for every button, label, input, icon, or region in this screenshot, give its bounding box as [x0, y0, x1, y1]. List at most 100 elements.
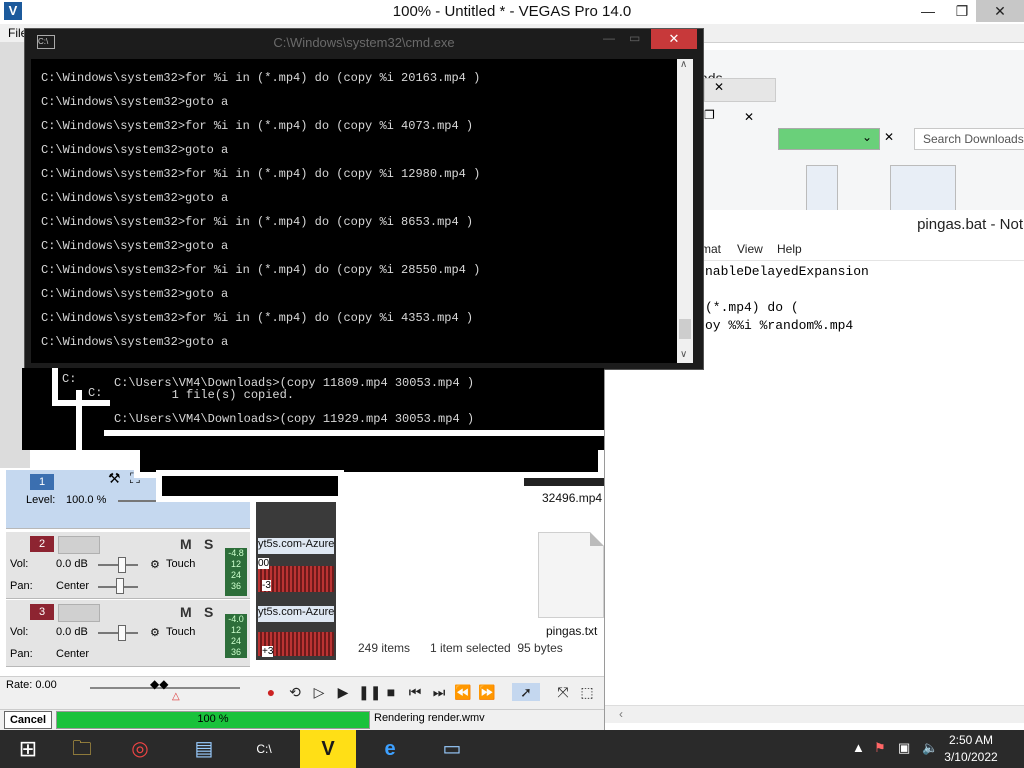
track-name-field[interactable]	[58, 604, 100, 622]
windows-start-icon[interactable]: ⊞	[0, 730, 56, 768]
play-icon[interactable]: ▶	[334, 683, 352, 701]
pause-icon[interactable]: ❚❚	[358, 683, 381, 701]
vol-label: Vol:	[10, 626, 29, 638]
stop-icon[interactable]: ■	[382, 683, 400, 701]
track-header-2[interactable]: 2 M S Vol: 0.0 dB ⚙ Touch Pan: Center	[6, 532, 250, 599]
automation-mode[interactable]: Touch	[166, 626, 195, 638]
vegas-title-bar: V 100% - Untitled * - VEGAS Pro 14.0 — ❐…	[0, 0, 1024, 24]
notepad-line[interactable]: (*.mp4) do (	[705, 300, 799, 315]
mute-button[interactable]: M	[180, 536, 192, 552]
next-frame-icon[interactable]: ⏩	[478, 683, 496, 701]
track-name-field[interactable]	[58, 536, 100, 554]
menu-help[interactable]: Help	[777, 242, 802, 256]
track-number: 2	[30, 536, 54, 552]
envelope-tool-icon[interactable]: ⤧	[554, 683, 572, 701]
cancel-button[interactable]: Cancel	[4, 711, 52, 729]
taskbar: ⊞ 🗀 ◎ ▤ C:\ V e ▭ ▲ ⚑ ▣ 🔈 2:50 AM 3/10/2…	[0, 730, 1024, 768]
text-file-icon[interactable]	[538, 532, 604, 618]
internet-explorer-icon[interactable]: e	[362, 730, 418, 768]
mute-button[interactable]: M	[180, 604, 192, 620]
menu-view[interactable]: View	[737, 242, 763, 256]
restore-icon[interactable]: ❐	[946, 0, 978, 22]
cmd-line: C:\Windows\system32>goto a	[41, 95, 229, 109]
audio-clip-label[interactable]: yt5s.com-Azure	[258, 538, 334, 554]
edit-tool-icon[interactable]: ➚	[512, 683, 540, 701]
notepad-title: pingas.bat - Not	[917, 216, 1023, 233]
pan-label: Pan:	[10, 648, 33, 660]
scroll-up-icon[interactable]: ∧	[680, 59, 687, 70]
ghost-cmd-window	[156, 470, 344, 502]
vol-knob[interactable]	[118, 557, 126, 573]
show-hidden-icons-icon[interactable]: ▲	[852, 740, 865, 755]
notepad-line[interactable]: nableDelayedExpansion	[705, 264, 869, 279]
meter-tick: 24	[230, 636, 241, 646]
track-header-3[interactable]: 3 M S Vol: 0.0 dB ⚙ Touch Pan: Center	[6, 600, 250, 667]
cmd-window[interactable]: C:\ C:\Windows\system32\cmd.exe — ▭ ✕ C:…	[24, 28, 704, 370]
scroll-down-icon[interactable]: ∨	[680, 349, 687, 360]
cmd-echo-window[interactable]: C: C: C:\Users\VM4\Downloads>(copy 11809…	[22, 368, 604, 450]
vol-value: 0.0 dB	[56, 558, 88, 570]
go-to-start-icon[interactable]: ⏮	[406, 683, 424, 701]
address-clear-icon[interactable]: ✕	[884, 130, 894, 144]
cmd-line: C:\Users\VM4\Downloads>(copy 11929.mp4 3…	[114, 412, 475, 426]
meter-tick: 12	[230, 625, 241, 635]
notepad-line[interactable]: oy %%i %random%.mp4	[705, 318, 853, 333]
vegas-taskbar-icon[interactable]: V	[300, 730, 356, 768]
cmd-vertical-scrollbar[interactable]: ∧ ∨	[677, 59, 693, 363]
file-thumbnail-icon[interactable]	[806, 165, 838, 211]
network-icon[interactable]: ▣	[898, 740, 910, 756]
file-explorer-icon[interactable]: 🗀	[54, 730, 110, 768]
solo-button[interactable]: S	[204, 604, 213, 620]
play-from-start-icon[interactable]: ▷	[310, 683, 328, 701]
prev-frame-icon[interactable]: ⏪	[454, 683, 472, 701]
restore-icon[interactable]: ▭	[629, 31, 640, 45]
meter-tick: 12	[230, 559, 241, 569]
cmd-line: 1 file(s) copied.	[114, 388, 295, 402]
record-icon[interactable]: ●	[262, 683, 280, 701]
notepad-taskbar-icon[interactable]: ▭	[424, 730, 480, 768]
cmd-taskbar-icon[interactable]: C:\	[236, 730, 292, 768]
address-dropdown-icon[interactable]: ⌄	[862, 130, 872, 144]
vol-knob[interactable]	[118, 625, 126, 641]
file-label-mp4[interactable]: 32496.mp4	[542, 491, 602, 505]
solo-button[interactable]: S	[204, 536, 213, 552]
gear-icon[interactable]: ⚙	[150, 626, 160, 639]
scroll-left-icon[interactable]: ‹	[619, 707, 623, 721]
pan-knob[interactable]	[116, 578, 124, 594]
chrome-icon[interactable]: ◎	[112, 730, 168, 768]
rate-label: Rate: 0.00	[6, 679, 57, 691]
cmd-close-button[interactable]: ✕	[651, 29, 697, 49]
file-label-txt[interactable]: pingas.txt	[546, 624, 597, 638]
ghost-window-edge	[104, 430, 604, 436]
video-file-icon[interactable]	[890, 165, 956, 211]
notepad-horizontal-scrollbar[interactable]: ‹	[605, 705, 1024, 723]
meter-peak: -4.0	[228, 614, 244, 624]
progress-label: 100 %	[197, 713, 229, 725]
clip-marker: +3	[262, 646, 274, 657]
meter-peak: -4.8	[228, 548, 244, 558]
performance-monitor-icon[interactable]: ▤	[176, 730, 232, 768]
cmd-title-bar[interactable]: C:\ C:\Windows\system32\cmd.exe — ▭ ✕	[25, 29, 703, 55]
go-to-end-icon[interactable]: ⏭	[430, 683, 448, 701]
loop-icon[interactable]: ⟲	[286, 683, 304, 701]
meter-tick: 36	[230, 581, 241, 591]
rate-handle-icon[interactable]: ◆◆	[150, 677, 168, 691]
rate-marker-icon: △	[172, 691, 180, 702]
minimize-icon[interactable]: —	[603, 31, 615, 45]
selection-tool-icon[interactable]: ⬚	[578, 683, 596, 701]
audio-clip-label[interactable]: yt5s.com-Azure	[258, 606, 334, 622]
scroll-thumb[interactable]	[679, 319, 691, 339]
minimize-icon[interactable]: —	[912, 0, 944, 22]
audio-meter-track-3: -4.0 12 24 36	[225, 614, 247, 658]
cmd-console[interactable]: C:\Windows\system32>for %i in (*.mp4) do…	[31, 59, 683, 363]
transport-bar: Rate: 0.00 ◆◆ △ ● ⟲ ▷ ▶ ❚❚ ■ ⏮ ⏭ ⏪ ⏩ ➚ ⤧…	[0, 676, 604, 709]
close-icon[interactable]: ✕	[976, 0, 1024, 22]
action-center-icon[interactable]: ⚑	[874, 740, 886, 756]
explorer-search-input[interactable]: Search Downloads	[914, 128, 1024, 150]
system-clock[interactable]: 2:50 AM 3/10/2022	[936, 732, 1006, 766]
cmd-line: C:\Windows\system32>goto a	[41, 287, 229, 301]
automation-mode[interactable]: Touch	[166, 558, 195, 570]
gear-icon[interactable]: ⚙	[150, 558, 160, 571]
menu-format[interactable]: mat	[701, 242, 721, 256]
track-fx-icon[interactable]: ⚒	[108, 470, 121, 487]
